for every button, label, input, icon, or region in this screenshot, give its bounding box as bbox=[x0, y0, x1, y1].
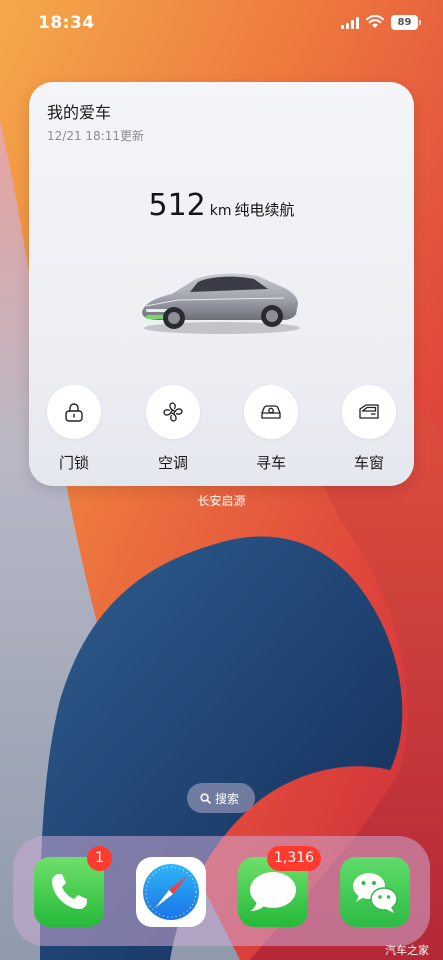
range-label: 纯电续航 bbox=[234, 201, 295, 219]
phone-badge: 1 bbox=[87, 846, 112, 871]
range-value: 512 bbox=[148, 188, 206, 223]
compass-icon bbox=[136, 857, 206, 927]
search-icon bbox=[200, 793, 211, 804]
battery-indicator: 89 bbox=[391, 15, 421, 30]
messages-badge: 1,316 bbox=[267, 846, 322, 871]
lock-icon bbox=[65, 403, 83, 422]
dock: 1 1,316 bbox=[13, 836, 430, 946]
window-label: 车窗 bbox=[353, 454, 384, 472]
widget-caption: 长安启源 bbox=[197, 494, 246, 508]
messages-app[interactable]: 1,316 bbox=[238, 846, 322, 927]
safari-app[interactable] bbox=[136, 857, 206, 927]
cellular-signal-icon bbox=[341, 17, 359, 29]
wechat-app[interactable] bbox=[340, 857, 410, 927]
wechat-icon bbox=[340, 857, 410, 927]
phone-app[interactable]: 1 bbox=[34, 846, 112, 927]
update-timestamp: 12/21 18:11更新 bbox=[47, 129, 144, 143]
clock: 18:34 bbox=[38, 13, 95, 33]
car-image bbox=[142, 273, 300, 334]
fan-icon bbox=[163, 402, 183, 422]
range-display: 512 km 纯电续航 bbox=[29, 188, 414, 223]
watermark: 汽车之家 bbox=[385, 944, 429, 957]
find-car-icon bbox=[261, 405, 281, 419]
car-window-icon bbox=[359, 404, 379, 419]
lock-label: 门锁 bbox=[58, 454, 89, 472]
widget-title: 我的爱车 bbox=[47, 103, 112, 122]
ac-label: 空调 bbox=[157, 454, 188, 472]
status-bar: 18:34 89 bbox=[0, 0, 443, 48]
spotlight-search-button[interactable]: 搜索 bbox=[187, 783, 255, 813]
car-widget[interactable]: 我的爱车 12/21 18:11更新 512 km 纯电续航 门锁 空调 寻车 … bbox=[29, 82, 414, 486]
search-label: 搜索 bbox=[215, 792, 240, 806]
wifi-icon bbox=[366, 15, 384, 28]
range-unit: km bbox=[209, 203, 232, 219]
find-car-label: 寻车 bbox=[255, 454, 286, 472]
